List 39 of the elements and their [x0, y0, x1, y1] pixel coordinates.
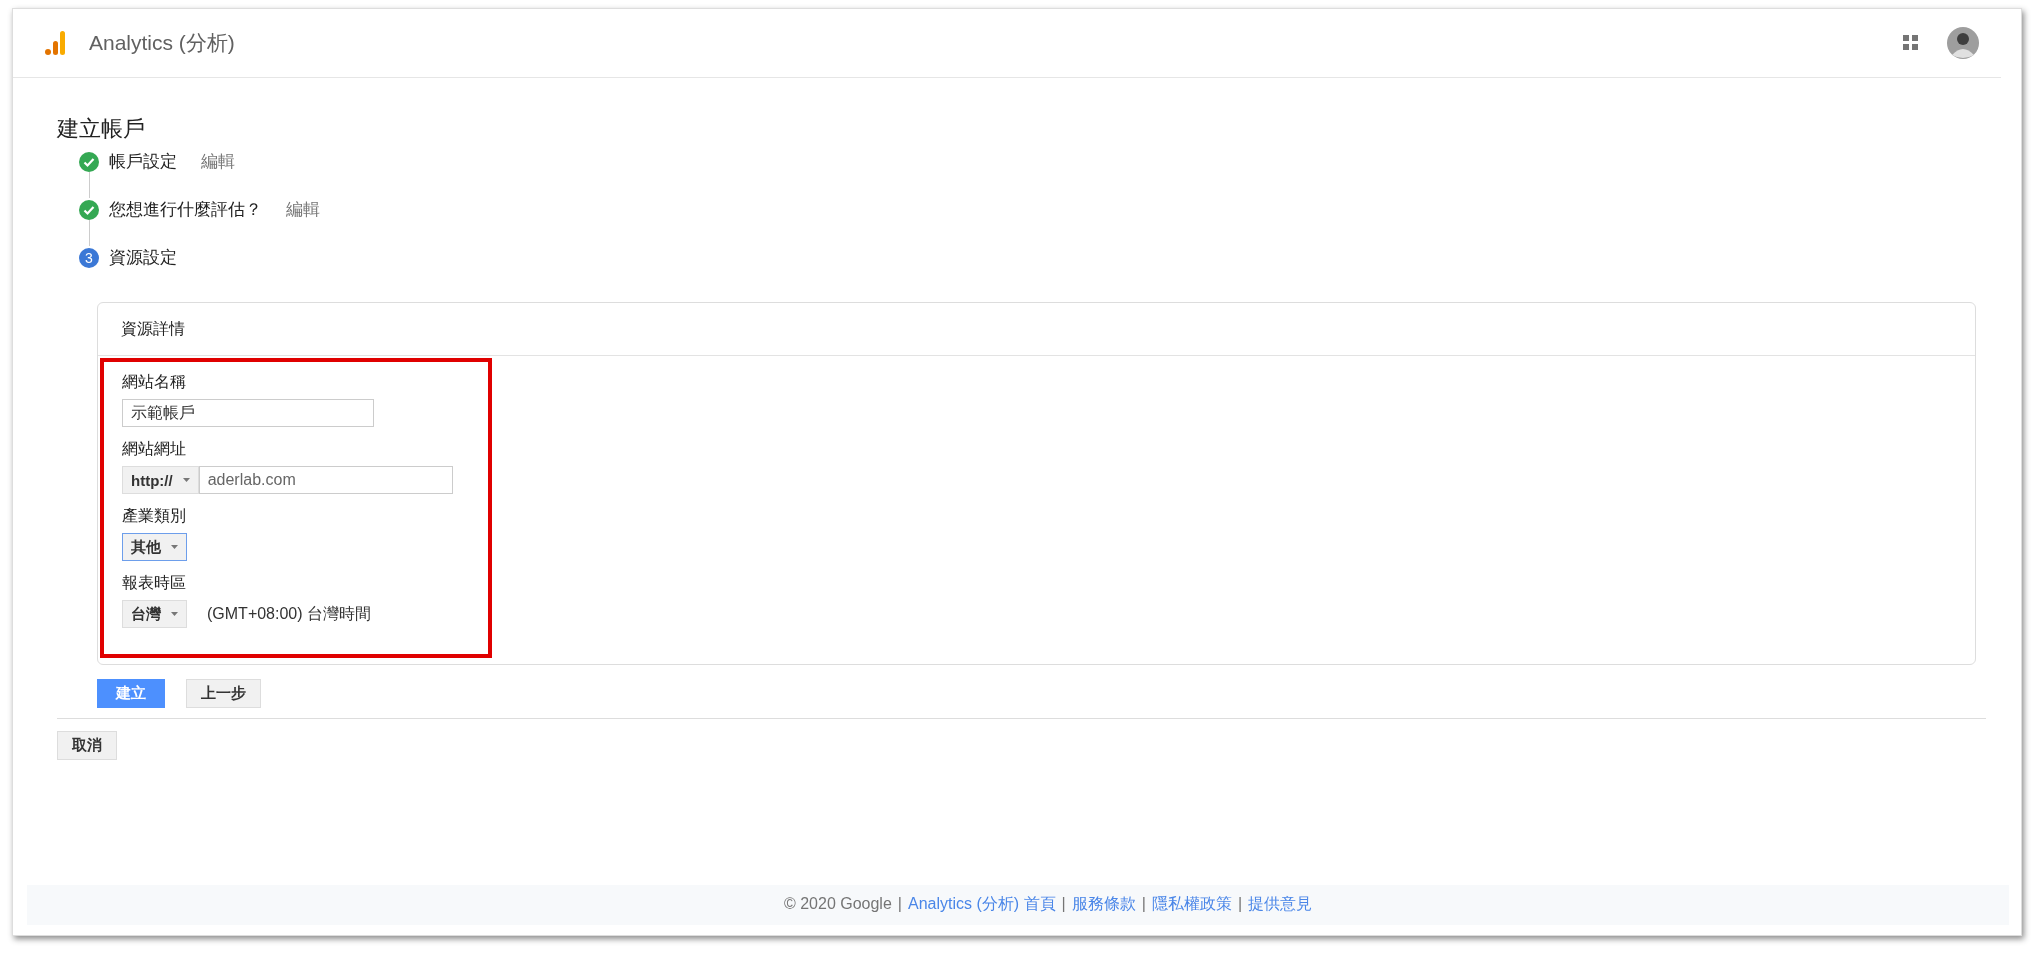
timezone-text: (GMT+08:00) 台灣時間: [207, 603, 372, 624]
protocol-dropdown[interactable]: http://: [122, 466, 199, 494]
check-circle-icon: [79, 152, 99, 172]
page-title: 建立帳戶: [57, 115, 146, 143]
back-button[interactable]: 上一步: [186, 679, 261, 708]
product-name: Analytics (分析): [89, 30, 235, 56]
apps-grid-icon[interactable]: [1903, 35, 1919, 51]
field-label: 網站網址: [122, 439, 186, 459]
copyright-text: © 2020 Google: [783, 895, 892, 913]
check-circle-icon: [79, 200, 99, 220]
field-label: 網站名稱: [122, 372, 186, 392]
cancel-button[interactable]: 取消: [57, 731, 117, 760]
field-label: 產業類別: [122, 506, 186, 526]
caret-icon: [171, 545, 178, 549]
input-field[interactable]: 示範帳戶: [122, 399, 374, 427]
bar-chart-logo-icon: [45, 30, 65, 56]
footer-link[interactable]: Analytics (分析) 首頁: [908, 893, 1056, 915]
step-label: 您想進行什麼評估？: [109, 199, 262, 221]
input-field[interactable]: aderlab.com: [198, 466, 453, 494]
caret-icon: [182, 478, 190, 482]
edit-link[interactable]: 編輯: [201, 150, 235, 173]
dropdown[interactable]: 台灣: [122, 600, 187, 628]
step-number: 3: [79, 248, 99, 268]
footer-link[interactable]: 提供意見: [1248, 893, 1313, 915]
separator: |: [1061, 895, 1066, 913]
footer-link[interactable]: 隱私權政策: [1151, 893, 1232, 915]
caret-icon: [171, 612, 178, 616]
avatar-icon[interactable]: [1947, 27, 1979, 59]
card-title: 資源詳情: [121, 318, 185, 339]
separator: |: [1141, 895, 1146, 913]
separator: |: [897, 895, 902, 913]
step-label: 帳戶設定: [109, 151, 177, 173]
step-label: 資源設定: [109, 247, 177, 269]
separator: |: [1237, 895, 1243, 913]
create-button[interactable]: 建立: [97, 679, 165, 708]
field-label: 報表時區: [122, 573, 186, 593]
footer-link[interactable]: 服務條款: [1071, 893, 1136, 915]
dropdown[interactable]: 其他: [122, 533, 187, 561]
edit-link[interactable]: 編輯: [286, 198, 320, 221]
